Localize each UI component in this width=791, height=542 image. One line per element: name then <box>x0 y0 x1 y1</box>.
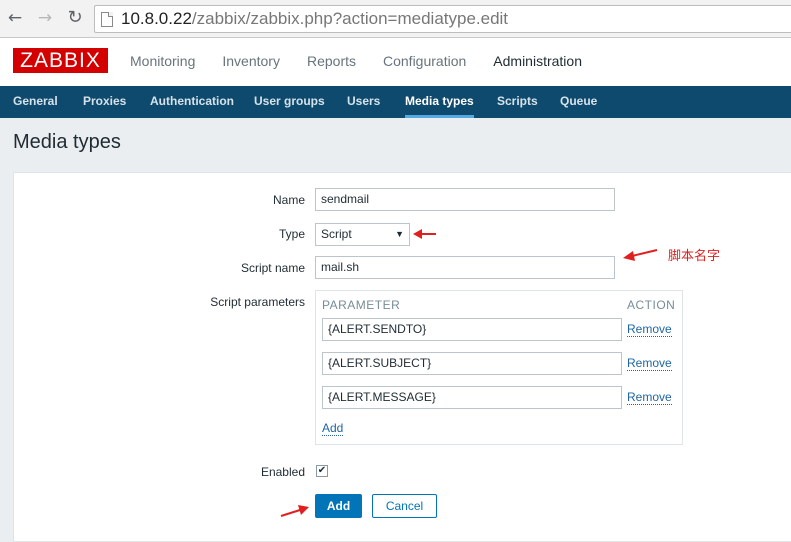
cancel-button[interactable]: Cancel <box>372 494 437 518</box>
script-name-input[interactable]: mail.sh <box>315 256 615 279</box>
browser-toolbar: ← → ↻ 10.8.0.22/zabbix/zabbix.php?action… <box>0 0 791 38</box>
menu-administration[interactable]: Administration <box>493 38 582 86</box>
subnav-user-groups[interactable]: User groups <box>254 86 325 118</box>
subnav-scripts[interactable]: Scripts <box>497 86 538 118</box>
script-params-label: Script parameters <box>210 295 305 309</box>
enabled-label: Enabled <box>260 465 305 479</box>
add-button[interactable]: Add <box>315 494 362 518</box>
enabled-checkbox[interactable]: ✔ <box>316 465 328 477</box>
subnav-proxies[interactable]: Proxies <box>83 86 126 118</box>
back-arrow-icon[interactable]: ← <box>4 7 26 29</box>
param-input-sendto[interactable]: {ALERT.SENDTO} <box>322 318 622 341</box>
menu-configuration[interactable]: Configuration <box>383 38 466 86</box>
annotation-arrow-add-icon <box>280 505 309 517</box>
script-name-label: Script name <box>240 261 305 275</box>
subnav-general[interactable]: General <box>13 86 58 118</box>
type-select[interactable]: Script ▼ <box>315 223 410 246</box>
param-column-header: PARAMETER <box>322 298 401 312</box>
name-input[interactable]: sendmail <box>315 188 615 211</box>
menu-monitoring[interactable]: Monitoring <box>130 38 195 86</box>
script-params-table: PARAMETER ACTION {ALERT.SENDTO} Remove {… <box>315 290 683 445</box>
remove-param-sendto[interactable]: Remove <box>627 322 672 337</box>
action-column-header: ACTION <box>627 298 676 312</box>
name-label: Name <box>272 193 305 207</box>
subnav-authentication[interactable]: Authentication <box>150 86 234 118</box>
caret-down-icon: ▼ <box>395 229 404 239</box>
sub-navigation: General Proxies Authentication User grou… <box>0 86 791 118</box>
param-input-subject[interactable]: {ALERT.SUBJECT} <box>322 352 622 375</box>
type-select-value: Script <box>321 227 352 241</box>
add-param-link[interactable]: Add <box>322 421 344 436</box>
page-icon <box>101 12 113 27</box>
top-navigation: ZABBIX Monitoring Inventory Reports Conf… <box>0 38 791 86</box>
menu-inventory[interactable]: Inventory <box>222 38 280 86</box>
subnav-queue[interactable]: Queue <box>560 86 597 118</box>
remove-param-message[interactable]: Remove <box>627 390 672 405</box>
url-text: 10.8.0.22/zabbix/zabbix.php?action=media… <box>121 9 509 28</box>
remove-param-subject[interactable]: Remove <box>627 356 672 371</box>
type-label: Type <box>278 227 305 241</box>
menu-reports[interactable]: Reports <box>307 38 356 86</box>
address-bar[interactable]: 10.8.0.22/zabbix/zabbix.php?action=media… <box>94 5 791 33</box>
check-icon: ✔ <box>317 465 327 476</box>
page-title: Media types <box>13 131 121 153</box>
forward-arrow-icon[interactable]: → <box>34 7 56 29</box>
subnav-users[interactable]: Users <box>347 86 380 118</box>
annotation-arrow-type-icon <box>413 229 436 239</box>
subnav-media-types[interactable]: Media types <box>405 86 474 118</box>
reload-icon[interactable]: ↻ <box>64 7 86 29</box>
main-menu: Monitoring Inventory Reports Configurati… <box>130 38 609 86</box>
annotation-arrow-script-name-icon <box>623 249 658 261</box>
zabbix-logo[interactable]: ZABBIX <box>13 48 108 73</box>
param-input-message[interactable]: {ALERT.MESSAGE} <box>322 386 622 409</box>
annotation-script-name-text: 脚本名字 <box>668 249 721 264</box>
